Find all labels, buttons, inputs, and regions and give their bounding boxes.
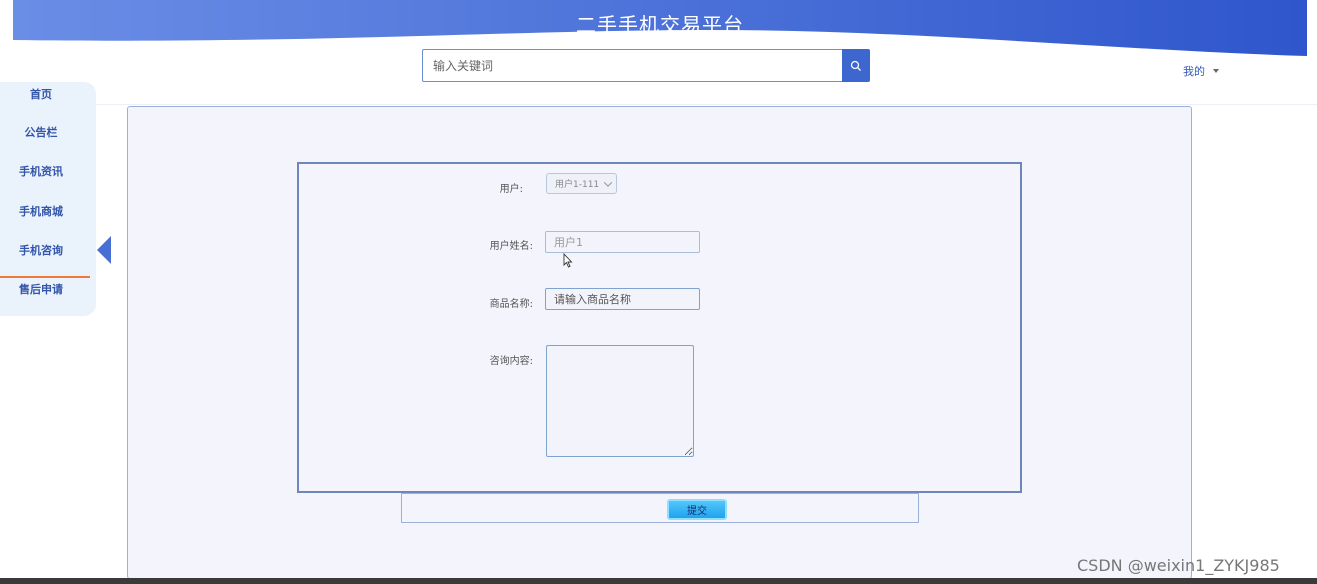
submit-bar (401, 493, 919, 523)
search-input[interactable] (422, 49, 842, 82)
sidebar-active-indicator (0, 276, 90, 278)
sidebar: 首页 公告栏 手机资讯 手机商城 手机咨询 售后申请 (0, 82, 96, 316)
username-label: 用户姓名: (489, 241, 533, 252)
user-menu-label: 我的 (1183, 65, 1205, 78)
content-label: 咨询内容: (489, 356, 533, 367)
search-icon (850, 60, 861, 71)
user-select[interactable]: 用户1-111 (546, 173, 617, 194)
chevron-down-icon (603, 177, 613, 187)
bottom-bar (0, 578, 1317, 584)
user-menu[interactable]: 我的 (1183, 63, 1219, 79)
sidebar-item-news[interactable]: 手机资讯 (0, 163, 82, 179)
active-arrow-icon (97, 236, 111, 264)
sidebar-item-consult[interactable]: 手机咨询 (0, 242, 82, 258)
submit-button[interactable]: 提交 (667, 499, 727, 520)
user-label: 用户: (499, 184, 523, 195)
header-divider (0, 104, 1317, 105)
sidebar-item-aftersale[interactable]: 售后申请 (0, 281, 82, 297)
sidebar-item-notice[interactable]: 公告栏 (0, 124, 82, 140)
mouse-cursor-icon (563, 253, 573, 268)
watermark: CSDN @weixin1_ZYKJ985 (1077, 556, 1280, 575)
caret-down-icon (1213, 69, 1219, 73)
search-button[interactable] (842, 49, 870, 82)
user-select-value: 用户1-111 (555, 180, 600, 190)
consult-content-textarea[interactable] (546, 345, 694, 457)
site-title: 二手手机交易平台 (576, 13, 744, 37)
search-bar (422, 49, 870, 82)
product-name-field[interactable] (545, 288, 700, 310)
sidebar-item-mall[interactable]: 手机商城 (0, 203, 82, 219)
sidebar-item-home[interactable]: 首页 (0, 86, 82, 102)
product-label: 商品名称: (489, 299, 533, 310)
username-field[interactable] (545, 231, 700, 253)
